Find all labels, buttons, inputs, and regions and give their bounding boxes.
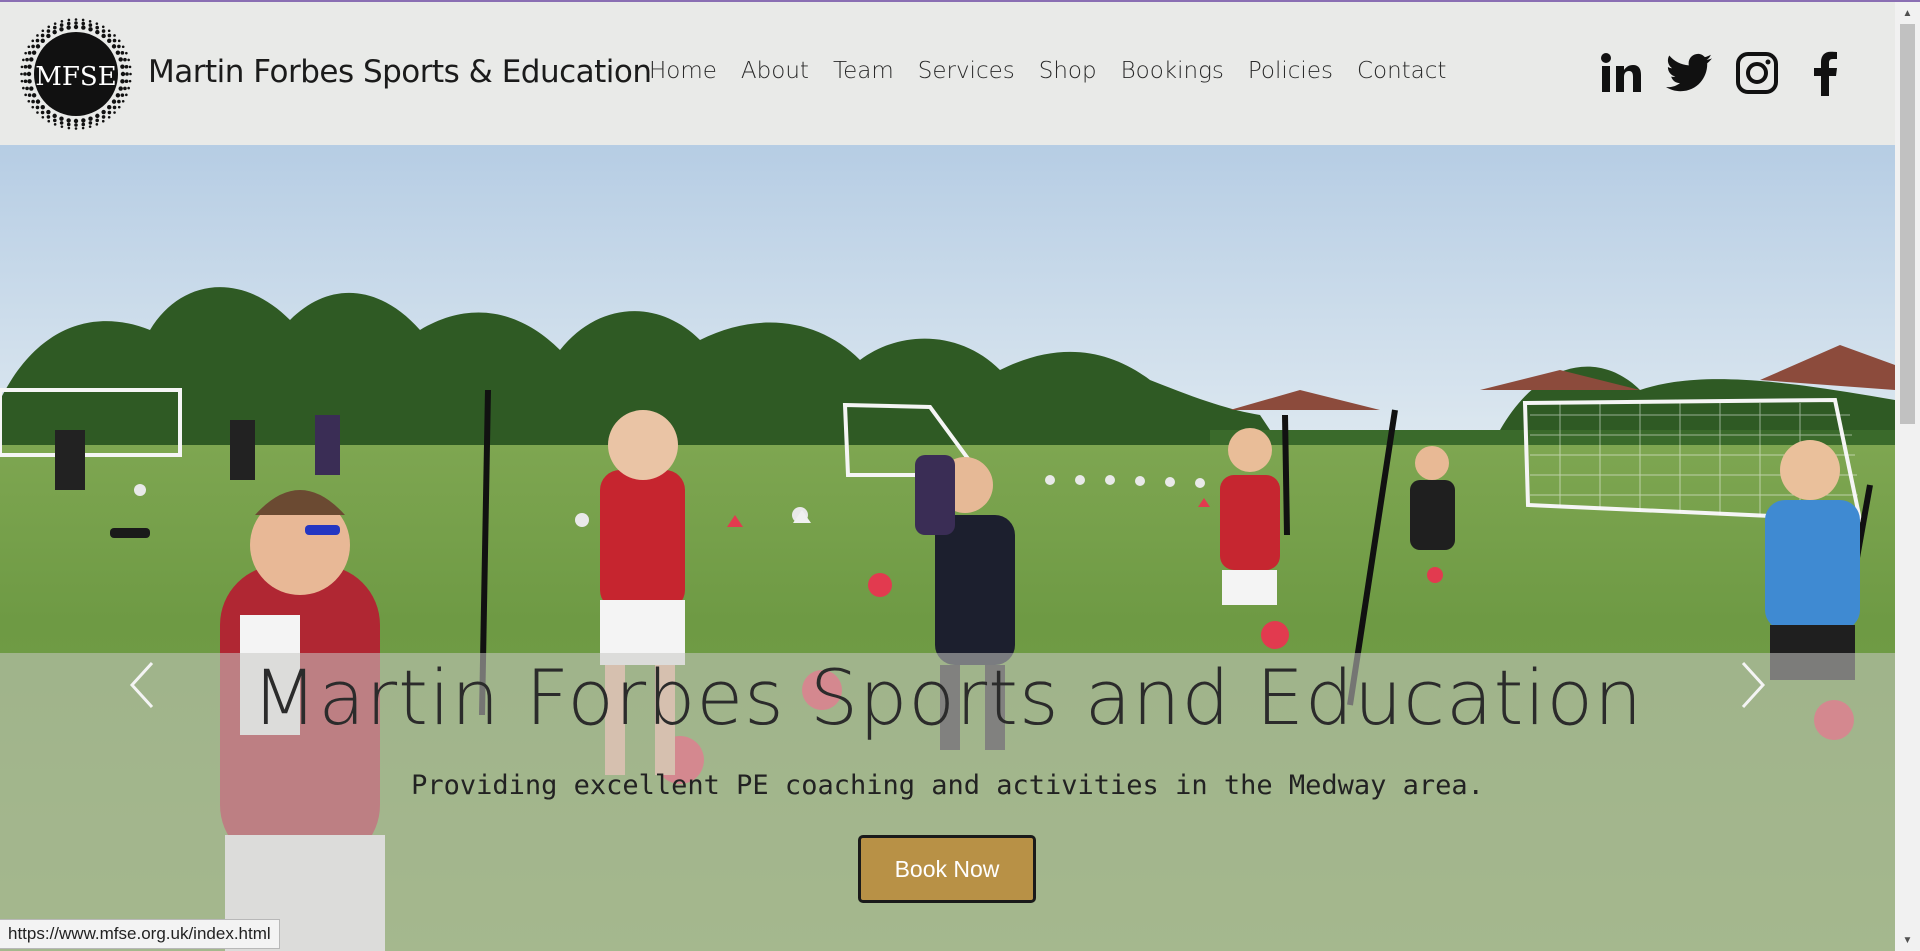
linkedin-icon[interactable] <box>1598 50 1644 96</box>
nav-team[interactable]: Team <box>821 58 906 84</box>
nav-bookings[interactable]: Bookings <box>1109 58 1236 84</box>
nav-policies[interactable]: Policies <box>1236 58 1345 84</box>
carousel-prev-icon[interactable] <box>122 655 162 715</box>
scroll-down-icon[interactable]: ▼ <box>1895 929 1920 951</box>
logo-text: MFSE <box>35 62 116 92</box>
book-now-button[interactable]: Book Now <box>858 835 1036 903</box>
hero-carousel: Martin Forbes Sports and Education Provi… <box>0 145 1895 951</box>
site-logo[interactable]: MFSE <box>20 18 132 130</box>
nav-about[interactable]: About <box>729 58 821 84</box>
facebook-icon[interactable] <box>1802 50 1848 96</box>
social-links <box>1598 50 1848 96</box>
nav-home[interactable]: Home <box>649 58 729 84</box>
nav-shop[interactable]: Shop <box>1027 58 1109 84</box>
page-scrollbar[interactable]: ▲ ▼ <box>1895 2 1920 951</box>
nav-services[interactable]: Services <box>906 58 1027 84</box>
nav-contact[interactable]: Contact <box>1345 58 1458 84</box>
main-nav: Home About Team Services Shop Bookings P… <box>649 58 1458 84</box>
carousel-next-icon[interactable] <box>1733 655 1773 715</box>
twitter-icon[interactable] <box>1666 50 1712 96</box>
scrollbar-thumb[interactable] <box>1900 24 1915 424</box>
status-bar-url: https://www.mfse.org.uk/index.html <box>0 919 280 949</box>
brand-name[interactable]: Martin Forbes Sports & Education <box>148 54 652 90</box>
hero-subtitle: Providing excellent PE coaching and acti… <box>411 770 1484 801</box>
scroll-up-icon[interactable]: ▲ <box>1895 2 1920 24</box>
hero-title: Martin Forbes Sports and Education <box>251 653 1644 742</box>
site-header: MFSE Martin Forbes Sports & Education Ho… <box>0 2 1895 145</box>
instagram-icon[interactable] <box>1734 50 1780 96</box>
